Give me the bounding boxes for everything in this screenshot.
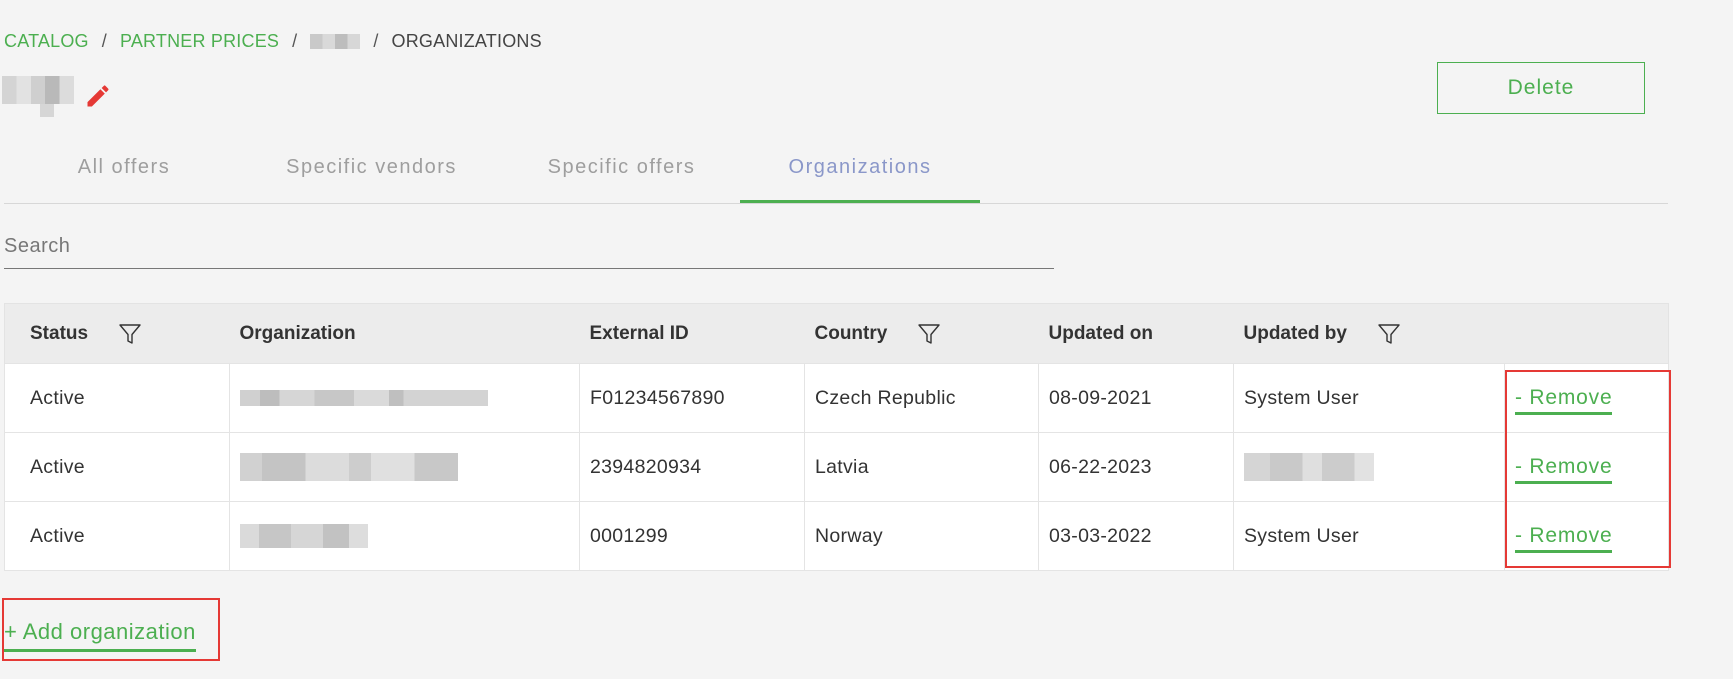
cell-updated-on: 06-22-2023 — [1038, 432, 1234, 502]
cell-action: - Remove — [1504, 363, 1669, 433]
breadcrumb-current: ORGANIZATIONS — [391, 31, 542, 51]
column-header-organization: Organization — [229, 303, 580, 364]
redacted-organization-name — [240, 453, 458, 481]
delete-button[interactable]: Delete — [1437, 62, 1645, 114]
add-organization-button[interactable]: + Add organization — [4, 619, 196, 652]
search-input[interactable] — [4, 225, 1054, 269]
column-header-label: Country — [814, 322, 888, 344]
column-header-status: Status — [4, 303, 230, 364]
column-header-label: Updated by — [1243, 322, 1347, 344]
cell-updated-on: 03-03-2022 — [1038, 501, 1234, 571]
page-title-redacted — [2, 74, 74, 118]
column-header-updated-by: Updated by — [1233, 303, 1505, 364]
cell-action: - Remove — [1504, 432, 1669, 502]
cell-external-id: 2394820934 — [579, 432, 805, 502]
tab-all-offers[interactable]: All offers — [4, 140, 244, 203]
breadcrumb-separator: / — [292, 31, 298, 51]
cell-updated-by: System User — [1233, 363, 1505, 433]
cell-organization — [229, 432, 580, 502]
breadcrumb-redacted-item[interactable] — [310, 34, 361, 49]
tab-bar: All offers Specific vendors Specific off… — [4, 140, 1668, 204]
cell-organization — [229, 363, 580, 433]
cell-action: - Remove — [1504, 501, 1669, 571]
cell-updated-on: 08-09-2021 — [1038, 363, 1234, 433]
table-row: Active F01234567890 Czech Republic 08-09… — [4, 363, 1669, 433]
tab-organizations[interactable]: Organizations — [740, 140, 980, 203]
remove-button[interactable]: - Remove — [1515, 524, 1613, 553]
cell-country: Czech Republic — [804, 363, 1039, 433]
cell-external-id: 0001299 — [579, 501, 805, 571]
organizations-table: Status Organization External ID Country … — [4, 303, 1669, 571]
tab-specific-offers[interactable]: Specific offers — [499, 140, 744, 203]
breadcrumb-catalog-link[interactable]: CATALOG — [4, 31, 89, 52]
table-row: Active 0001299 Norway 03-03-2022 System … — [4, 501, 1669, 571]
cell-status: Active — [4, 432, 230, 502]
column-header-updated-on: Updated on — [1038, 303, 1234, 364]
remove-button[interactable]: - Remove — [1515, 455, 1613, 484]
cell-updated-by: System User — [1233, 501, 1505, 571]
cell-status: Active — [4, 363, 230, 433]
column-header-country: Country — [804, 303, 1039, 364]
column-header-actions — [1504, 303, 1669, 364]
cell-updated-by — [1233, 432, 1505, 502]
cell-organization — [229, 501, 580, 571]
redacted-organization-name — [240, 390, 488, 407]
cell-country: Latvia — [804, 432, 1039, 502]
filter-icon[interactable] — [118, 322, 142, 346]
table-header-row: Status Organization External ID Country … — [4, 303, 1669, 364]
cell-country: Norway — [804, 501, 1039, 571]
filter-icon[interactable] — [1377, 322, 1401, 346]
breadcrumb-partner-prices-link[interactable]: PARTNER PRICES — [120, 31, 279, 52]
tab-specific-vendors[interactable]: Specific vendors — [244, 140, 499, 203]
column-header-external-id: External ID — [579, 303, 805, 364]
page-title-row — [2, 74, 112, 118]
breadcrumb-separator: / — [373, 31, 379, 51]
table-row: Active 2394820934 Latvia 06-22-2023 - Re… — [4, 432, 1669, 502]
pencil-icon[interactable] — [84, 82, 112, 110]
redacted-organization-name — [240, 524, 368, 548]
filter-icon[interactable] — [917, 322, 941, 346]
column-header-label: Status — [30, 322, 89, 344]
breadcrumb: CATALOG / PARTNER PRICES / / ORGANIZATIO… — [4, 31, 542, 52]
breadcrumb-separator: / — [101, 31, 107, 51]
remove-button[interactable]: - Remove — [1515, 386, 1613, 415]
cell-external-id: F01234567890 — [579, 363, 805, 433]
cell-status: Active — [4, 501, 230, 571]
redacted-updated-by — [1244, 453, 1374, 481]
